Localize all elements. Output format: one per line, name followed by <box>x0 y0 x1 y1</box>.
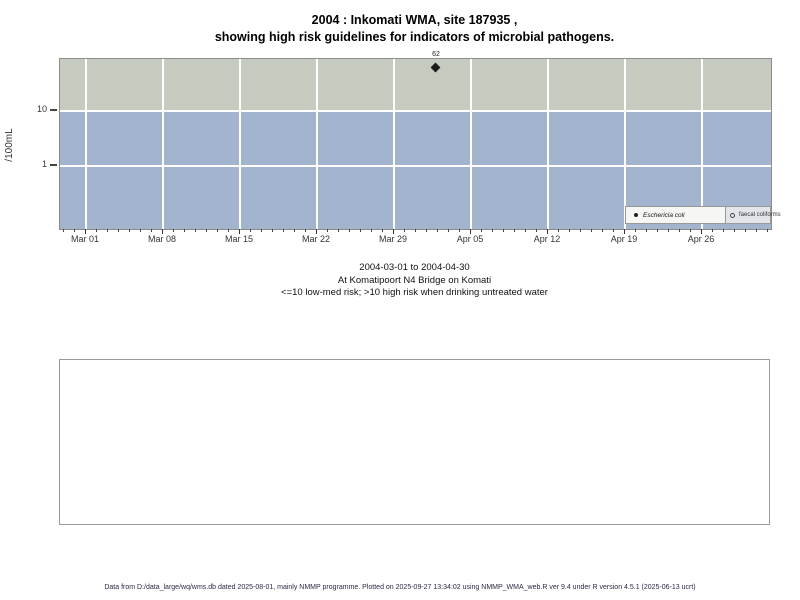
x-tick-label: Apr 12 <box>522 234 572 244</box>
y-tick-mark <box>50 164 57 166</box>
legend-item-faecal-coliforms: faecal coliforms <box>726 207 770 223</box>
point-value-label: 62 <box>421 51 451 58</box>
subtitle: 2004-03-01 to 2004-04-30 At Komatipoort … <box>59 262 770 300</box>
y-tick-label-1: 1 <box>17 159 47 169</box>
footer-note: Data from D:/data_large/wq/wms.db dated … <box>0 584 800 591</box>
gridline-y10 <box>60 110 771 112</box>
x-axis-minor-ticks <box>59 229 770 232</box>
plot-panel: 62 Eschericia coli faecal coliforms <box>59 58 772 230</box>
x-tick-label: Mar 01 <box>60 234 110 244</box>
x-tick-label: Apr 19 <box>599 234 649 244</box>
gridline-vertical <box>701 59 703 229</box>
gridline-y1 <box>60 165 771 167</box>
chart-title-line1: 2004 : Inkomati WMA, site 187935 , <box>59 12 770 29</box>
gridline-vertical <box>239 59 241 229</box>
gridline-vertical <box>470 59 472 229</box>
x-tick-label: Apr 05 <box>445 234 495 244</box>
gridline-vertical <box>624 59 626 229</box>
chart-title: 2004 : Inkomati WMA, site 187935 , showi… <box>59 12 770 46</box>
legend: Eschericia coli faecal coliforms <box>625 206 771 224</box>
x-tick-label: Mar 15 <box>214 234 264 244</box>
y-tick-mark <box>50 109 57 111</box>
x-tick-label: Apr 26 <box>676 234 726 244</box>
chart-title-line2: showing high risk guidelines for indicat… <box>59 29 770 46</box>
high-risk-band <box>60 59 771 111</box>
gridline-vertical <box>162 59 164 229</box>
open-circle-marker-icon <box>730 213 735 218</box>
subtitle-risk-note: <=10 low-med risk; >10 high risk when dr… <box>59 287 770 300</box>
gridline-vertical <box>547 59 549 229</box>
x-tick-label: Mar 08 <box>137 234 187 244</box>
y-axis-label: /100mL <box>4 121 16 169</box>
x-tick-label: Mar 29 <box>368 234 418 244</box>
y-tick-label-10: 10 <box>17 104 47 114</box>
gridline-vertical <box>393 59 395 229</box>
gridline-vertical <box>85 59 87 229</box>
subtitle-date-range: 2004-03-01 to 2004-04-30 <box>59 262 770 275</box>
legend-label: faecal coliforms <box>739 212 781 218</box>
legend-item-escherichia-coli: Eschericia coli <box>626 207 726 223</box>
subtitle-location: At Komatipoort N4 Bridge on Komati <box>59 275 770 288</box>
legend-label: Eschericia coli <box>643 212 685 219</box>
empty-panel <box>59 359 770 525</box>
x-tick-label: Mar 22 <box>291 234 341 244</box>
gridline-vertical <box>316 59 318 229</box>
chart-page: 2004 : Inkomati WMA, site 187935 , showi… <box>0 0 800 600</box>
filled-circle-marker-icon <box>634 213 638 217</box>
